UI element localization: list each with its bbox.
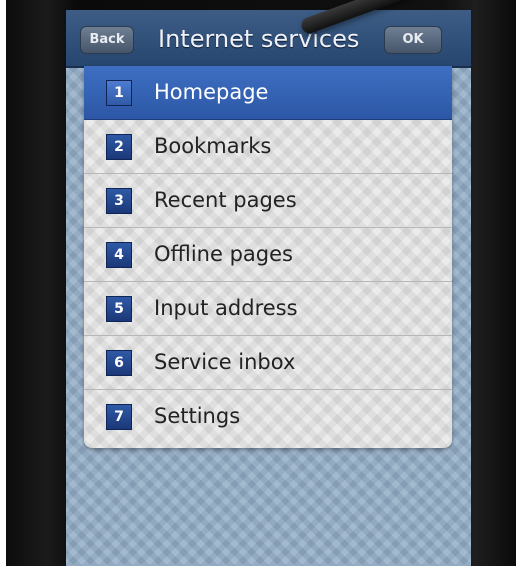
menu-item-input-address[interactable]: 5 Input address [84, 282, 452, 336]
menu-item-service-inbox[interactable]: 6 Service inbox [84, 336, 452, 390]
device-frame: Back Internet services OK 1 Homepage 2 B… [6, 0, 522, 566]
number-badge-icon: 7 [106, 404, 132, 430]
menu-item-label: Input address [154, 296, 298, 320]
menu-item-settings[interactable]: 7 Settings [84, 390, 452, 444]
title-bar: Back Internet services OK [66, 10, 471, 68]
number-badge-icon: 3 [106, 188, 132, 214]
menu-item-label: Recent pages [154, 188, 297, 212]
page-title: Internet services [158, 25, 360, 53]
menu-item-label: Settings [154, 404, 241, 428]
number-badge-icon: 5 [106, 296, 132, 322]
ok-button[interactable]: OK [384, 26, 442, 54]
menu-item-bookmarks[interactable]: 2 Bookmarks [84, 120, 452, 174]
menu-item-label: Service inbox [154, 350, 296, 374]
menu-item-recent-pages[interactable]: 3 Recent pages [84, 174, 452, 228]
internet-services-menu: 1 Homepage 2 Bookmarks 3 Recent pages 4 … [84, 66, 452, 448]
menu-item-offline-pages[interactable]: 4 Offline pages [84, 228, 452, 282]
number-badge-icon: 2 [106, 134, 132, 160]
menu-item-label: Homepage [154, 80, 269, 104]
number-badge-icon: 6 [106, 350, 132, 376]
back-button[interactable]: Back [80, 26, 134, 54]
number-badge-icon: 4 [106, 242, 132, 268]
number-badge-icon: 1 [106, 80, 132, 106]
menu-item-label: Offline pages [154, 242, 293, 266]
phone-screen: Back Internet services OK 1 Homepage 2 B… [66, 10, 471, 566]
menu-item-homepage[interactable]: 1 Homepage [84, 66, 452, 120]
menu-item-label: Bookmarks [154, 134, 272, 158]
